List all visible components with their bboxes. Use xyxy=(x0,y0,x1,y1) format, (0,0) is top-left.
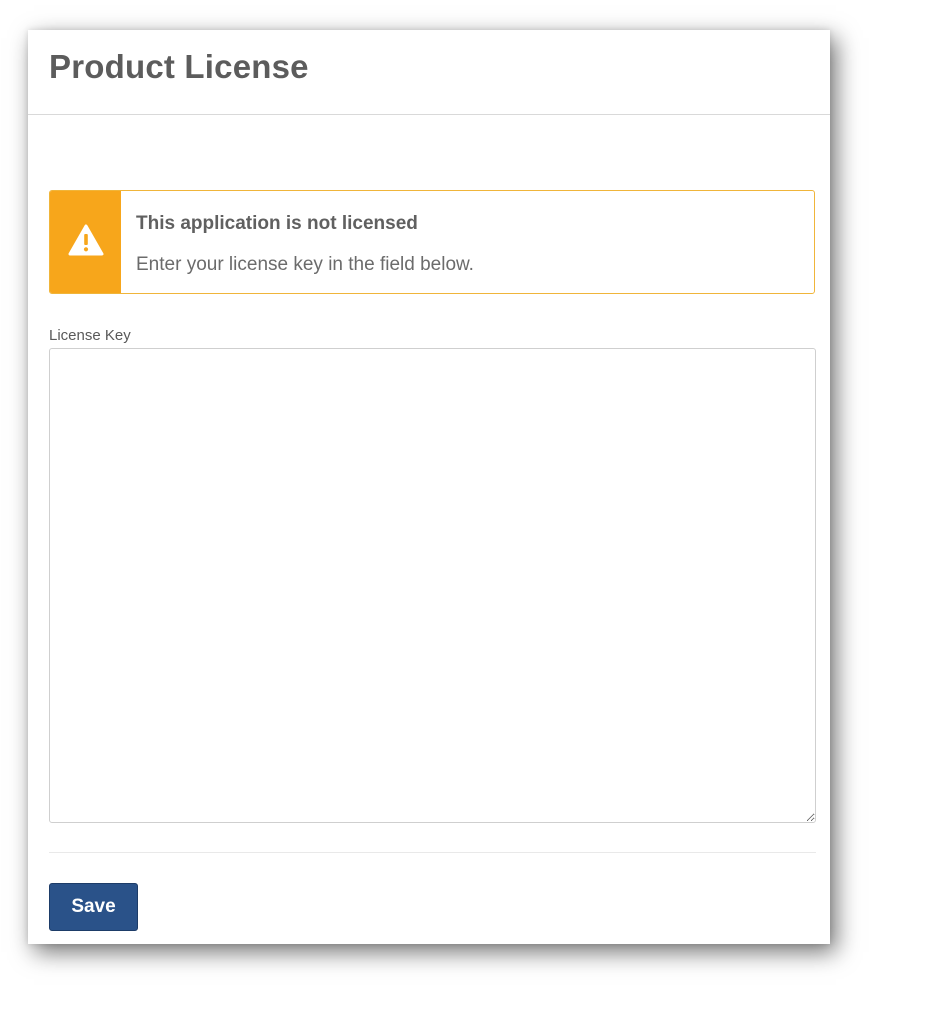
page-title: Product License xyxy=(49,48,309,85)
alert-body: This application is not licensed Enter y… xyxy=(121,191,474,293)
license-warning-alert: This application is not licensed Enter y… xyxy=(49,190,815,294)
license-key-label: License Key xyxy=(49,327,131,344)
alert-icon-box xyxy=(50,191,121,293)
save-button[interactable]: Save xyxy=(49,883,138,931)
alert-title: This application is not licensed xyxy=(136,213,418,234)
warning-triangle-icon xyxy=(68,224,104,261)
license-key-textarea[interactable] xyxy=(49,348,816,823)
alert-message: Enter your license key in the field belo… xyxy=(136,254,474,275)
page-header: Product License xyxy=(28,30,830,115)
license-panel: Product License This application is not … xyxy=(28,30,830,944)
footer-divider xyxy=(49,852,816,853)
